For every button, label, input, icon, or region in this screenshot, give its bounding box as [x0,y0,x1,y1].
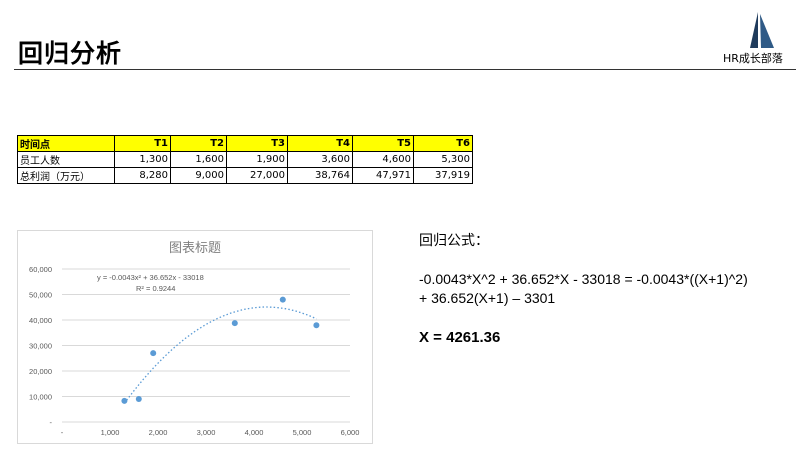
table-header-cell: 时间点 [17,135,115,152]
data-point [313,322,320,329]
table-cell: 8,280 [114,167,171,184]
x-tick-label: 1,000 [101,428,120,437]
formula-line-2: + 36.652(X+1) – 3301 [419,290,556,306]
trendline-equation: y = -0.0043x² + 36.652x - 33018 [97,273,204,282]
y-tick-label: - [50,418,53,427]
table-cell: 27,000 [226,167,288,184]
data-point [135,396,142,403]
chart-title: 图表标题 [169,241,221,256]
x-tick-label: 6,000 [341,428,360,437]
table-header-cell: T4 [287,135,353,152]
table-header-cell: T5 [352,135,414,152]
scatter-chart: 图表标题 - 10,000 20,000 30,000 40,000 50,000 60,0… [17,230,373,444]
table-cell: 员工人数 [17,151,115,168]
table-header-row: 时间点 T1 T2 T3 T4 T5 T6 [17,135,473,152]
x-tick-label: 4,000 [245,428,264,437]
y-tick-label: 10,000 [29,393,52,402]
table-cell: 总利润（万元） [17,167,115,184]
y-tick-label: 20,000 [29,367,52,376]
table-cell: 38,764 [287,167,353,184]
data-point [121,397,128,404]
table-cell: 37,919 [413,167,473,184]
title-divider [14,69,796,70]
table-cell: 1,900 [226,151,288,168]
table-row: 员工人数 1,300 1,600 1,900 3,600 4,600 5,300 [17,151,473,168]
table-header-cell: T2 [170,135,227,152]
table-header-cell: T1 [114,135,171,152]
formula-heading: 回归公式： [419,233,489,249]
formula-line-1: -0.0043*X^2 + 36.652*X - 33018 = -0.0043… [419,271,748,287]
y-tick-label: 30,000 [29,342,52,351]
y-tick-label: 50,000 [29,291,52,300]
table-header-cell: T3 [226,135,288,152]
data-point [231,320,238,327]
x-tick-label: 5,000 [293,428,312,437]
table-cell: 5,300 [413,151,473,168]
table-cell: 4,600 [352,151,414,168]
slide-title: 回归分析 [18,39,123,68]
data-point [279,296,286,303]
x-tick-label: 2,000 [149,428,168,437]
trendline-r-squared: R² = 0.9244 [136,284,175,293]
y-tick-label: 60,000 [29,265,52,274]
chart-canvas: 图表标题 - 10,000 20,000 30,000 40,000 50,000 60,0… [29,241,360,437]
data-point [150,350,157,357]
table-header-cell: T6 [413,135,473,152]
y-tick-label: 40,000 [29,316,52,325]
table-cell: 9,000 [170,167,227,184]
table-cell: 47,971 [352,167,414,184]
brand-name: HR成长部落 [723,52,783,65]
table-row: 总利润（万元） 8,280 9,000 27,000 38,764 47,971… [17,167,473,184]
formula-answer: X = 4261.36 [419,329,501,346]
table-cell: 3,600 [287,151,353,168]
x-tick-label: 3,000 [197,428,216,437]
table-cell: 1,600 [170,151,227,168]
table-cell: 1,300 [114,151,171,168]
data-table: 时间点 T1 T2 T3 T4 T5 T6 员工人数 1,300 1,600 1… [17,135,473,184]
x-tick-label: - [61,428,64,437]
